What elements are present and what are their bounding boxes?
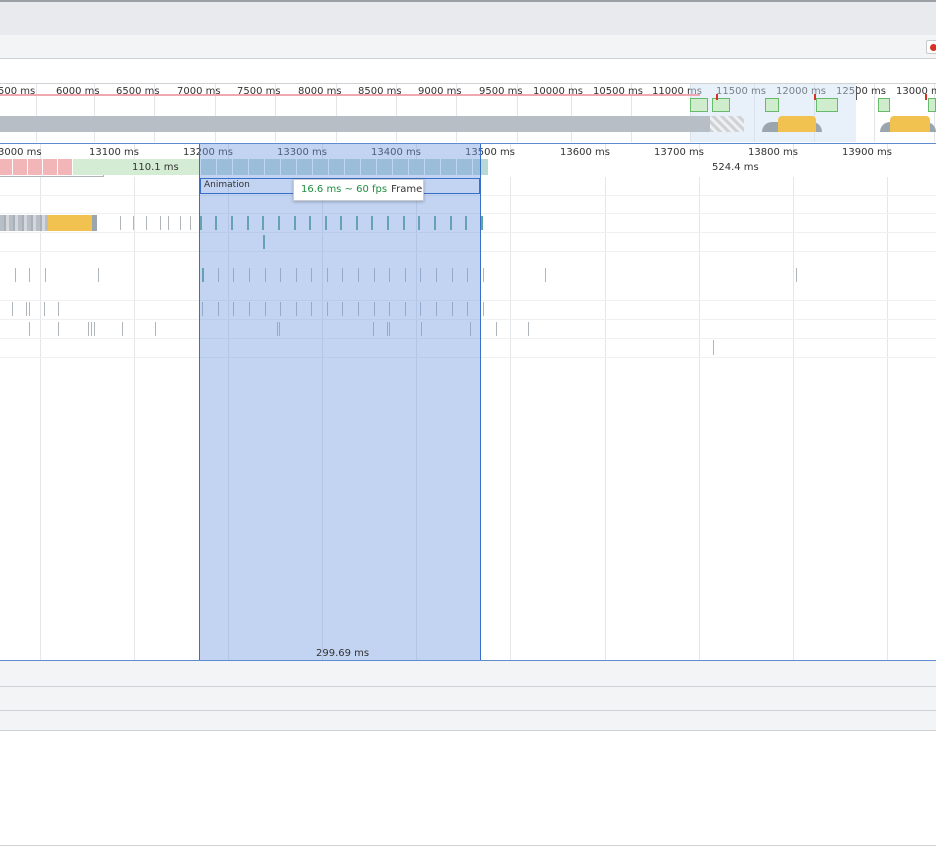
fps-green-segment — [690, 98, 708, 112]
fps-green-segment — [765, 98, 779, 112]
animation-label: Animation — [204, 180, 250, 190]
ruler-label: 13900 ms — [842, 147, 892, 158]
tooltip-fps: 16.6 ms ~ 60 fps — [301, 184, 388, 195]
event-marker[interactable] — [12, 302, 13, 316]
event-marker[interactable] — [26, 302, 27, 316]
event-marker[interactable] — [98, 268, 99, 282]
event-marker[interactable] — [146, 216, 147, 230]
frame-dropped[interactable] — [28, 159, 43, 175]
close-icon[interactable] — [926, 40, 936, 54]
fps-green-segment — [712, 98, 730, 112]
event-marker[interactable] — [496, 322, 497, 336]
event-marker[interactable] — [29, 268, 30, 282]
fps-drop-marker — [814, 94, 816, 100]
fps-drop-marker — [925, 94, 927, 100]
event-marker[interactable] — [15, 268, 16, 282]
event-marker[interactable] — [44, 302, 45, 316]
main-thread-tasks[interactable] — [0, 215, 48, 231]
overview-ruler-label: 13000 ms — [896, 86, 936, 97]
overview-gridline — [36, 84, 37, 142]
scripting-activity — [778, 116, 816, 132]
selection-range[interactable] — [199, 144, 481, 660]
event-marker[interactable] — [58, 302, 59, 316]
ruler-label: 13600 ms — [560, 147, 610, 158]
fps-green-segment — [878, 98, 890, 112]
selection-duration: 299.69 ms — [316, 648, 370, 659]
frame-dropped[interactable] — [43, 159, 58, 175]
frame-dropped[interactable] — [58, 159, 73, 175]
frame-dropped[interactable] — [13, 159, 28, 175]
cpu-hatched-region — [710, 116, 744, 132]
event-marker[interactable] — [120, 216, 121, 230]
event-marker[interactable] — [483, 302, 484, 316]
gridline — [699, 144, 700, 660]
ruler-label: 3000 ms — [0, 147, 42, 158]
event-marker[interactable] — [528, 322, 529, 336]
fps-drop-marker — [716, 94, 718, 100]
details-tabbar — [0, 661, 936, 687]
event-marker[interactable] — [545, 268, 546, 282]
event-marker[interactable] — [796, 268, 797, 282]
event-marker[interactable] — [58, 322, 59, 336]
event-marker[interactable] — [122, 322, 123, 336]
scripting-task[interactable] — [48, 215, 92, 231]
overview-cursor — [856, 86, 857, 100]
ruler-label: 13800 ms — [748, 147, 798, 158]
cpu-chart — [0, 116, 726, 132]
event-marker[interactable] — [160, 216, 161, 230]
fps-chart-line — [0, 94, 700, 96]
event-marker[interactable] — [45, 268, 46, 282]
details-toolbar — [0, 687, 936, 711]
gridline — [134, 144, 135, 660]
event-marker[interactable] — [180, 216, 181, 230]
ruler-label: 13100 ms — [89, 147, 139, 158]
main-thread-task[interactable] — [92, 215, 97, 231]
scripting-activity — [890, 116, 930, 132]
event-marker[interactable] — [168, 216, 169, 230]
event-marker[interactable] — [88, 322, 89, 336]
event-marker[interactable] — [94, 322, 95, 336]
fps-green-segment — [928, 98, 936, 112]
overview-selection-window[interactable] — [690, 84, 856, 142]
event-marker[interactable] — [483, 268, 484, 282]
panel-header — [0, 0, 936, 35]
gridline — [605, 144, 606, 660]
gridline — [793, 144, 794, 660]
details-header — [0, 711, 936, 731]
event-marker[interactable] — [91, 322, 92, 336]
event-marker[interactable] — [481, 216, 483, 230]
frame-duration-label: 524.4 ms — [712, 162, 759, 173]
event-marker[interactable] — [155, 322, 156, 336]
gridline — [887, 144, 888, 660]
event-marker[interactable] — [713, 340, 714, 355]
event-marker[interactable] — [29, 302, 30, 316]
frame-dropped[interactable] — [0, 159, 13, 175]
event-marker[interactable] — [29, 322, 30, 336]
performance-toolbar — [0, 35, 936, 59]
frame-duration-label: 110.1 ms — [132, 162, 179, 173]
event-marker[interactable] — [190, 216, 191, 230]
ruler-label: 13700 ms — [654, 147, 704, 158]
frame-tooltip: 16.6 ms ~ 60 fps Frame — [293, 179, 424, 201]
tooltip-kind: Frame — [391, 184, 423, 195]
gridline — [510, 144, 511, 660]
fps-green-segment — [816, 98, 838, 112]
details-pane — [0, 731, 936, 846]
event-marker[interactable] — [133, 216, 134, 230]
